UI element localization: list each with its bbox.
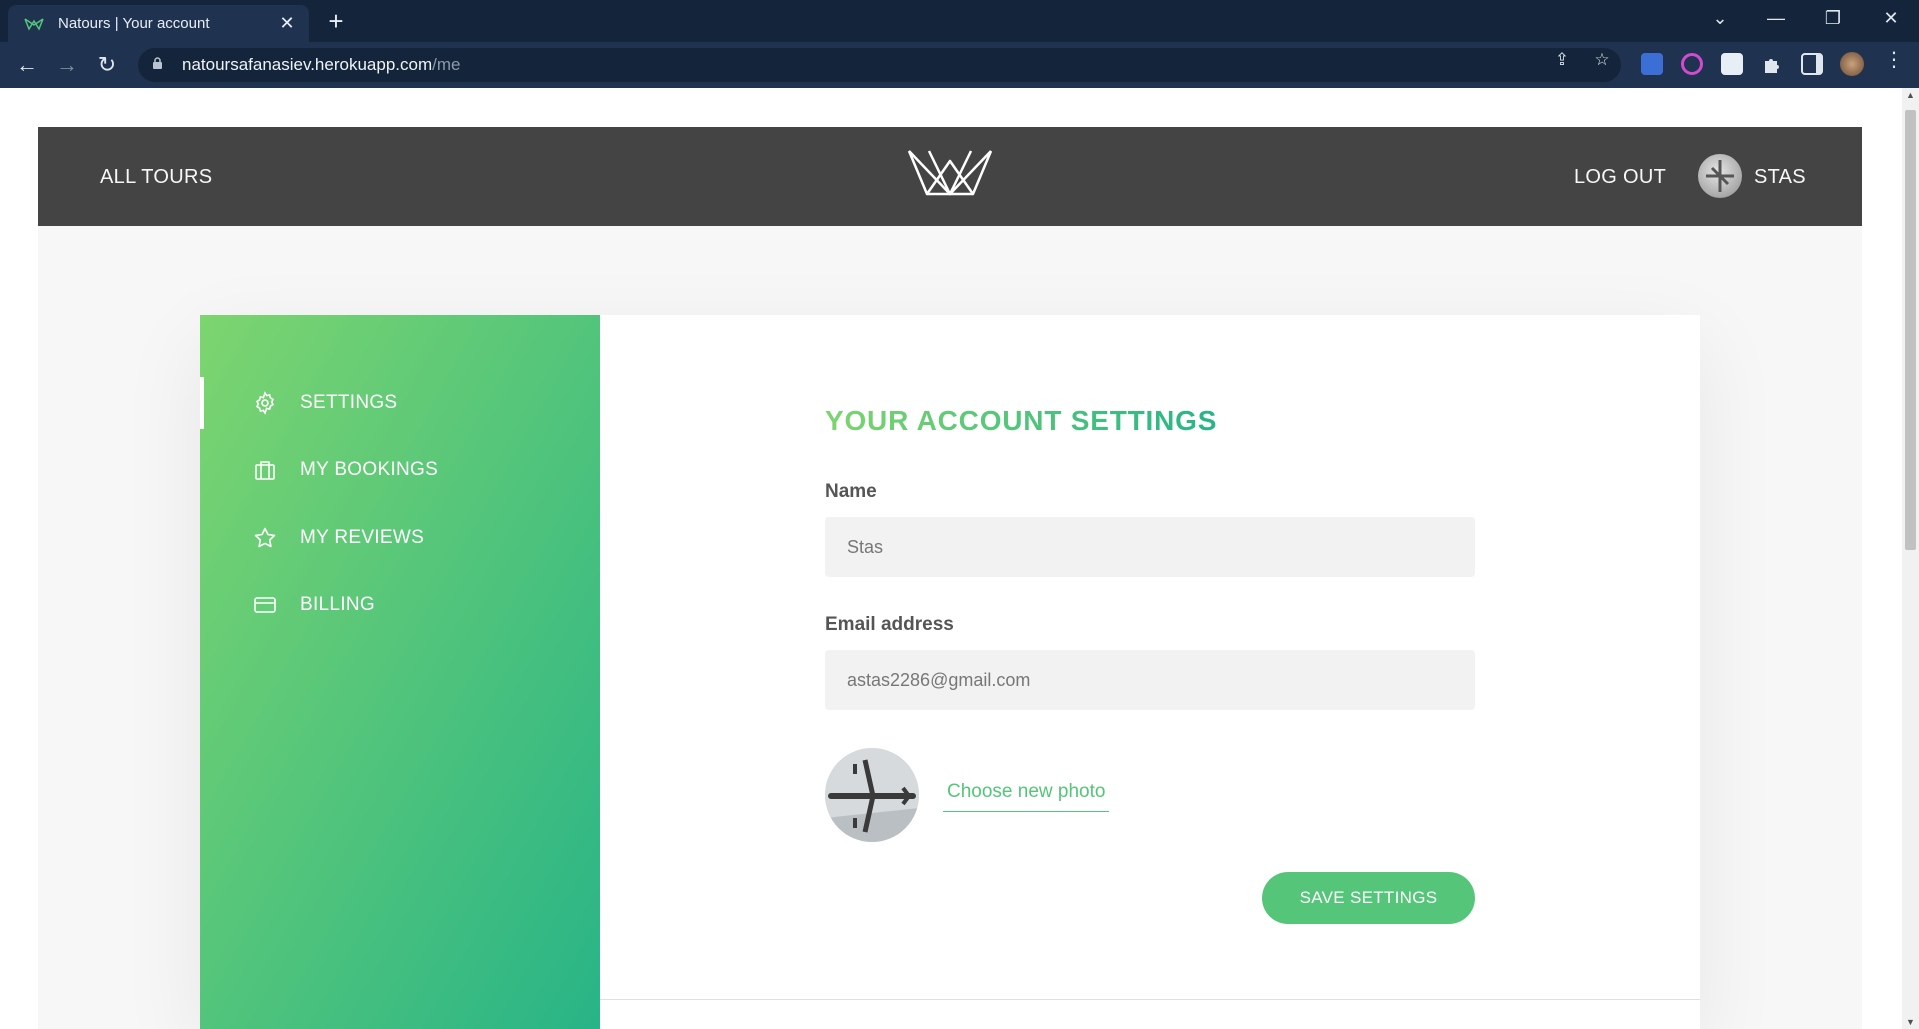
credit-card-icon xyxy=(252,592,278,618)
page-title: YOUR ACCOUNT SETTINGS xyxy=(825,405,1218,436)
scrollbar-thumb[interactable] xyxy=(1905,110,1916,550)
section-divider xyxy=(600,999,1700,1000)
browser-tab[interactable]: Natours | Your account ✕ xyxy=(8,5,309,42)
tab-title: Natours | Your account xyxy=(58,15,210,32)
scroll-up-arrow-icon[interactable]: ▲ xyxy=(1902,90,1919,100)
email-input[interactable] xyxy=(825,650,1475,710)
name-input[interactable] xyxy=(825,517,1475,577)
user-photo xyxy=(825,748,919,842)
natours-site: ALL TOURS LOG OUT STAS SETTINGS MY BOOKI… xyxy=(38,127,1862,1029)
page-viewport: ALL TOURS LOG OUT STAS SETTINGS MY BOOKI… xyxy=(0,88,1919,1029)
sidebar-item-billing[interactable]: BILLING xyxy=(200,579,600,631)
share-icon[interactable]: ⇪ xyxy=(1552,50,1572,70)
sidebar-item-bookings[interactable]: MY BOOKINGS xyxy=(200,444,600,496)
forward-button[interactable]: → xyxy=(52,50,82,80)
profile-avatar[interactable] xyxy=(1840,52,1864,76)
account-card: SETTINGS MY BOOKINGS MY REVIEWS BILLING … xyxy=(200,315,1700,1029)
new-tab-button[interactable]: + xyxy=(322,7,350,35)
user-avatar[interactable] xyxy=(1698,154,1742,198)
email-label: Email address xyxy=(825,614,954,635)
extension-circle-icon[interactable] xyxy=(1681,53,1703,75)
extension-square-icon[interactable] xyxy=(1721,53,1743,75)
all-tours-link[interactable]: ALL TOURS xyxy=(100,166,212,189)
browser-menu-icon[interactable]: ⋮ xyxy=(1884,50,1904,70)
minimize-button[interactable]: — xyxy=(1761,8,1791,29)
translate-extension-icon[interactable] xyxy=(1641,53,1663,75)
browser-toolbar: ← → ↻ natoursafanasiev.herokuapp.com/me … xyxy=(0,42,1919,88)
browser-tab-bar: Natours | Your account ✕ + ⌄ — ❐ ✕ xyxy=(0,0,1919,42)
page-scrollbar[interactable]: ▲ ▼ xyxy=(1902,88,1919,1029)
settings-content: YOUR ACCOUNT SETTINGS Name Email address xyxy=(600,315,1700,1029)
sidebar-item-settings[interactable]: SETTINGS xyxy=(200,377,600,429)
sidebar-item-label: BILLING xyxy=(300,594,375,615)
log-out-link[interactable]: LOG OUT xyxy=(1574,166,1666,189)
briefcase-icon xyxy=(252,457,278,483)
close-window-button[interactable]: ✕ xyxy=(1876,8,1906,29)
sidebar-item-label: MY BOOKINGS xyxy=(300,459,439,480)
restore-button[interactable]: ❐ xyxy=(1818,8,1848,29)
reload-button[interactable]: ↻ xyxy=(92,50,122,80)
name-label: Name xyxy=(825,481,877,502)
puzzle-extensions-icon[interactable] xyxy=(1761,53,1783,75)
star-icon xyxy=(252,525,278,551)
choose-photo-link[interactable]: Choose new photo xyxy=(943,781,1110,812)
side-panel-icon[interactable] xyxy=(1801,53,1823,75)
tab-search-icon[interactable]: ⌄ xyxy=(1705,8,1735,29)
back-button[interactable]: ← xyxy=(12,50,42,80)
natours-logo-icon[interactable] xyxy=(907,149,993,197)
url-path: /me xyxy=(432,55,461,74)
address-bar[interactable]: natoursafanasiev.herokuapp.com/me xyxy=(138,48,1621,82)
user-name-link[interactable]: STAS xyxy=(1754,166,1806,189)
lock-icon xyxy=(152,57,170,73)
sidebar-item-reviews[interactable]: MY REVIEWS xyxy=(200,512,600,564)
settings-icon xyxy=(252,390,278,416)
scroll-down-arrow-icon[interactable]: ▼ xyxy=(1902,1017,1919,1027)
tab-close-icon[interactable]: ✕ xyxy=(277,13,297,34)
natours-favicon-icon xyxy=(24,17,44,31)
url-host: natoursafanasiev.herokuapp.com xyxy=(182,55,433,74)
save-settings-button[interactable]: SAVE SETTINGS xyxy=(1262,872,1475,924)
site-header: ALL TOURS LOG OUT STAS xyxy=(38,127,1862,226)
sidebar-item-label: SETTINGS xyxy=(300,392,398,413)
bookmark-star-icon[interactable]: ☆ xyxy=(1592,50,1612,70)
account-sidebar: SETTINGS MY BOOKINGS MY REVIEWS BILLING xyxy=(200,315,600,1029)
sidebar-item-label: MY REVIEWS xyxy=(300,527,425,548)
